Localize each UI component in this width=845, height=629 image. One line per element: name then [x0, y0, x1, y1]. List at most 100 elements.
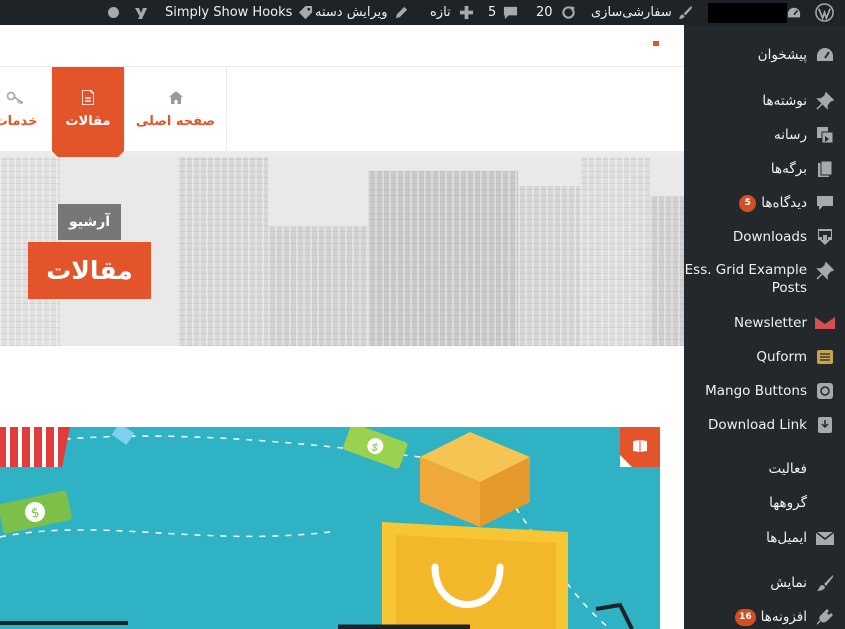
sidebar-item-posts[interactable]: نوشته‌ها: [684, 91, 845, 111]
nav-home-label: صفحه اصلی: [135, 113, 216, 129]
redacted-site-name: [708, 3, 787, 23]
plus-icon: [459, 5, 473, 20]
pages-icon: [815, 159, 835, 179]
sidebar-label-groups: گروهها: [769, 495, 807, 511]
post-featured-image[interactable]: $ $: [0, 427, 660, 629]
sidebar-label-comments: دیدگاه‌ها: [761, 195, 807, 211]
yoast-y-icon: [135, 7, 147, 19]
sidebar-item-activity[interactable]: فعالیت: [684, 460, 845, 478]
book-icon: [633, 440, 647, 452]
simply-show-hooks-menu[interactable]: Simply Show Hooks: [165, 0, 313, 25]
sidebar-item-groups[interactable]: گروهها: [684, 494, 845, 512]
tag-icon: [299, 5, 313, 20]
ess-grid-line-1: Ess. Grid Example: [684, 262, 807, 278]
updates-count: 20: [536, 5, 553, 20]
plugins-update-badge: 16: [735, 608, 756, 626]
download-icon: [815, 227, 835, 247]
updates-count-link[interactable]: 20: [536, 0, 576, 25]
refresh-icon: [561, 5, 575, 19]
dashboard-gauge-icon: [815, 45, 835, 65]
ess-grid-line-2: Posts: [771, 280, 807, 296]
city-building: [268, 226, 368, 346]
sidebar-item-comments[interactable]: 5 دیدگاه‌ها: [684, 193, 845, 213]
plug-icon: [815, 607, 835, 627]
customize-link[interactable]: سفارشی‌سازی: [591, 0, 693, 25]
sidebar-item-ess-grid[interactable]: Ess. Grid Example Posts: [684, 261, 845, 297]
home-icon: [168, 90, 183, 106]
city-building: [178, 157, 268, 346]
nav-item-articles[interactable]: مقالات: [52, 67, 124, 151]
admin-bar-updraft-icon[interactable]: [108, 0, 119, 25]
sidebar-item-emails[interactable]: ایمیل‌ها: [684, 528, 845, 548]
site-home-icon[interactable]: [787, 0, 801, 25]
wordpress-logo-menu[interactable]: [815, 0, 834, 25]
media-icon: [815, 125, 835, 145]
mango-button-icon: [815, 381, 835, 401]
comment-bubble-icon: [815, 193, 835, 213]
sidebar-label-plugins: افزونه‌ها: [760, 609, 807, 625]
admin-sidebar: پیشخوان نوشته‌ها رسانه برگه‌ها 5 دیدگاه‌…: [684, 25, 845, 629]
sidebar-label-downloads: Downloads: [732, 229, 807, 245]
nav-articles-label: مقالات: [65, 113, 111, 129]
city-building: [368, 171, 518, 346]
comment-icon: [504, 6, 518, 20]
sidebar-label-newsletter: Newsletter: [734, 315, 807, 331]
comments-count-link[interactable]: 5: [488, 0, 518, 25]
sidebar-item-downloads[interactable]: Downloads: [684, 227, 845, 247]
main-navigation: صفحه اصلی مقالات خدمات: [0, 67, 684, 151]
key-icon: [7, 90, 25, 106]
thumbtack-icon: [815, 91, 835, 111]
paintbrush-icon: [678, 5, 692, 20]
sidebar-label-dashboard: پیشخوان: [757, 47, 807, 63]
sidebar-label-pages: برگه‌ها: [770, 161, 807, 177]
envelope-icon: [815, 528, 835, 548]
new-label: تازه: [430, 5, 451, 20]
city-building: [518, 186, 580, 346]
nav-item-services[interactable]: خدمات: [0, 67, 52, 151]
sidebar-item-pages[interactable]: برگه‌ها: [684, 159, 845, 179]
edit-category-link[interactable]: ویرایش دسته: [315, 0, 409, 25]
circle-status-icon: [108, 7, 119, 18]
sidebar-label-download-link: Download Link: [707, 417, 807, 433]
sidebar-label-media: رسانه: [774, 127, 807, 143]
dashboard-gauge-small-icon: [787, 7, 801, 17]
simply-show-hooks-label: Simply Show Hooks: [165, 5, 293, 20]
sidebar-item-download-link[interactable]: Download Link: [684, 415, 845, 435]
sidebar-item-dashboard[interactable]: پیشخوان: [684, 45, 845, 65]
comments-count-badge: 5: [739, 194, 757, 212]
archive-title: مقالات: [28, 242, 151, 299]
sidebar-item-appearance[interactable]: نمایش: [684, 573, 845, 593]
sidebar-item-newsletter[interactable]: Newsletter: [684, 313, 845, 333]
sidebar-label-appearance: نمایش: [770, 575, 807, 591]
form-icon: [815, 347, 835, 367]
shopping-illustration: $ $: [0, 427, 634, 629]
sidebar-item-mango-buttons[interactable]: Mango Buttons: [684, 381, 845, 401]
admin-bar: Simply Show Hooks ویرایش دسته تازه 5 20 …: [0, 0, 845, 25]
sidebar-label-mango-buttons: Mango Buttons: [705, 383, 807, 399]
sidebar-item-quform[interactable]: Quform: [684, 347, 845, 367]
edit-category-label: ویرایش دسته: [315, 5, 388, 20]
yoast-icon[interactable]: [133, 0, 149, 25]
site-logo-area[interactable]: [479, 33, 654, 68]
nav-item-home[interactable]: صفحه اصلی: [124, 67, 227, 151]
new-content-menu[interactable]: تازه: [430, 0, 474, 25]
nav-services-label: خدمات: [0, 113, 38, 129]
sidebar-label-posts: نوشته‌ها: [762, 93, 807, 109]
logo-mark: [653, 41, 659, 46]
customize-label: سفارشی‌سازی: [591, 5, 672, 20]
city-building: [650, 196, 684, 346]
download-file-icon: [815, 415, 835, 435]
city-building: [580, 157, 650, 346]
wordpress-icon: [815, 3, 834, 22]
sidebar-label-activity: فعالیت: [768, 461, 807, 477]
envelope-icon: [815, 313, 835, 333]
site-header: صفحه اصلی مقالات خدمات: [0, 25, 684, 157]
document-icon: [82, 90, 94, 106]
sidebar-item-media[interactable]: رسانه: [684, 125, 845, 145]
sidebar-label-emails: ایمیل‌ها: [766, 530, 807, 546]
sidebar-label-ess-grid: Ess. Grid Example Posts: [685, 261, 807, 297]
archive-label: آرشیو: [58, 204, 121, 240]
sidebar-item-plugins[interactable]: 16 افزونه‌ها: [684, 607, 845, 627]
pencil-icon: [395, 6, 407, 19]
sidebar-label-quform: Quform: [756, 349, 807, 365]
